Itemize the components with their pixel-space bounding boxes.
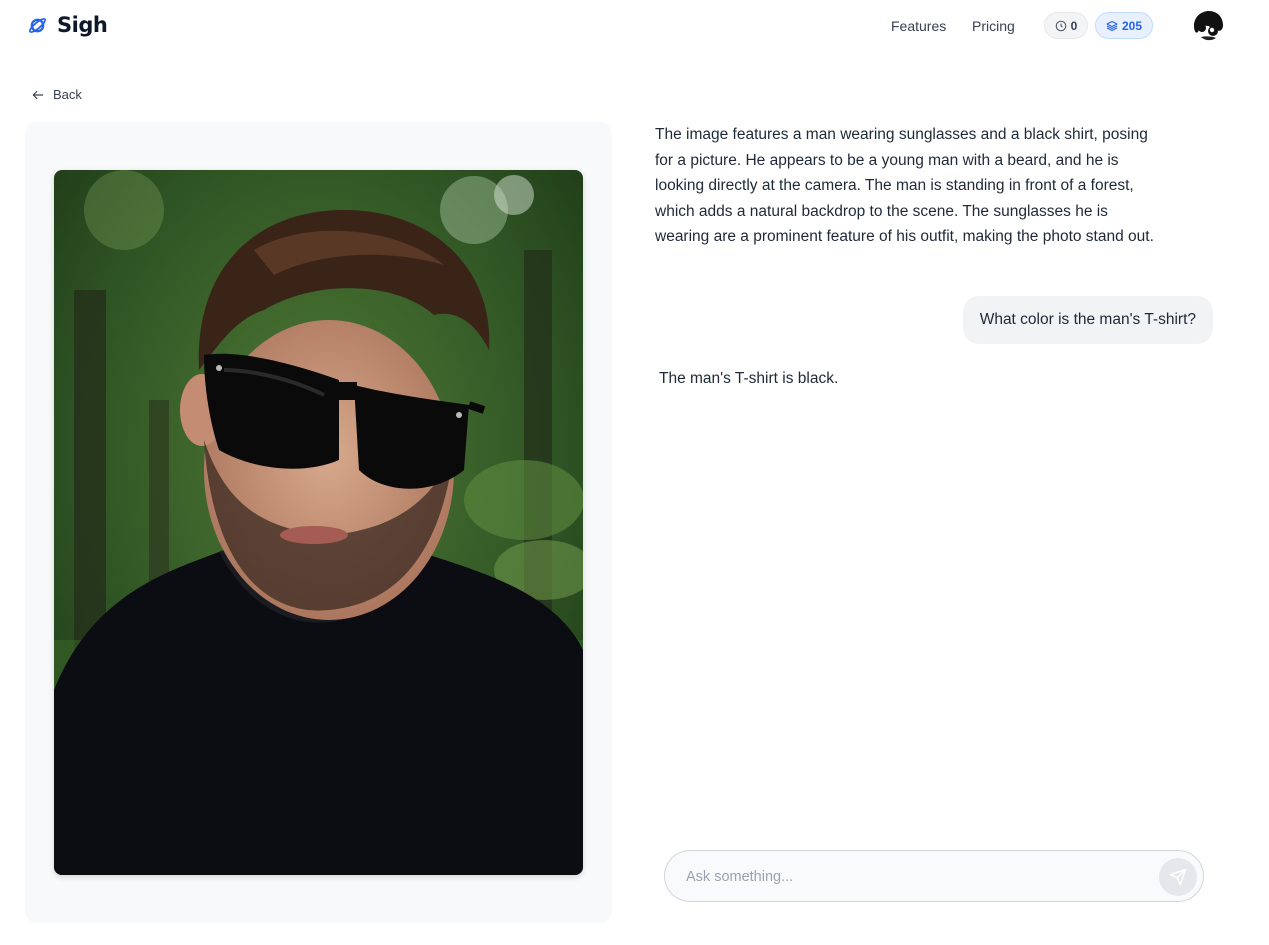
back-button[interactable]: Back [31, 87, 82, 102]
layers-icon [1106, 20, 1118, 31]
send-icon [1169, 868, 1187, 886]
brand-logo[interactable]: Sigh [27, 13, 108, 37]
user-avatar[interactable] [1192, 10, 1224, 42]
top-navbar: Sigh Features Pricing 0 205 [0, 0, 1269, 52]
assistant-message: The man's T-shirt is black. [659, 370, 839, 387]
send-button[interactable] [1159, 858, 1197, 896]
arrow-left-icon [32, 90, 44, 99]
chat-composer [664, 850, 1204, 902]
back-label: Back [53, 87, 82, 102]
assistant-message: The image features a man wearing sunglas… [655, 126, 1154, 245]
user-message-text: What color is the man's T-shirt? [979, 311, 1196, 328]
credits-counter[interactable]: 205 [1095, 12, 1153, 39]
nav-features-link[interactable]: Features [891, 18, 946, 34]
history-counter[interactable]: 0 [1044, 12, 1088, 39]
brand-name: Sigh [57, 13, 108, 37]
history-count: 0 [1070, 18, 1078, 33]
user-message: What color is the man's T-shirt? [962, 296, 1213, 344]
uploaded-photo [54, 170, 583, 875]
ask-input[interactable] [686, 866, 1146, 888]
clock-icon [1055, 20, 1066, 31]
nav-pricing-link[interactable]: Pricing [972, 18, 1015, 34]
planet-icon [29, 17, 46, 33]
credits-count: 205 [1121, 18, 1143, 33]
